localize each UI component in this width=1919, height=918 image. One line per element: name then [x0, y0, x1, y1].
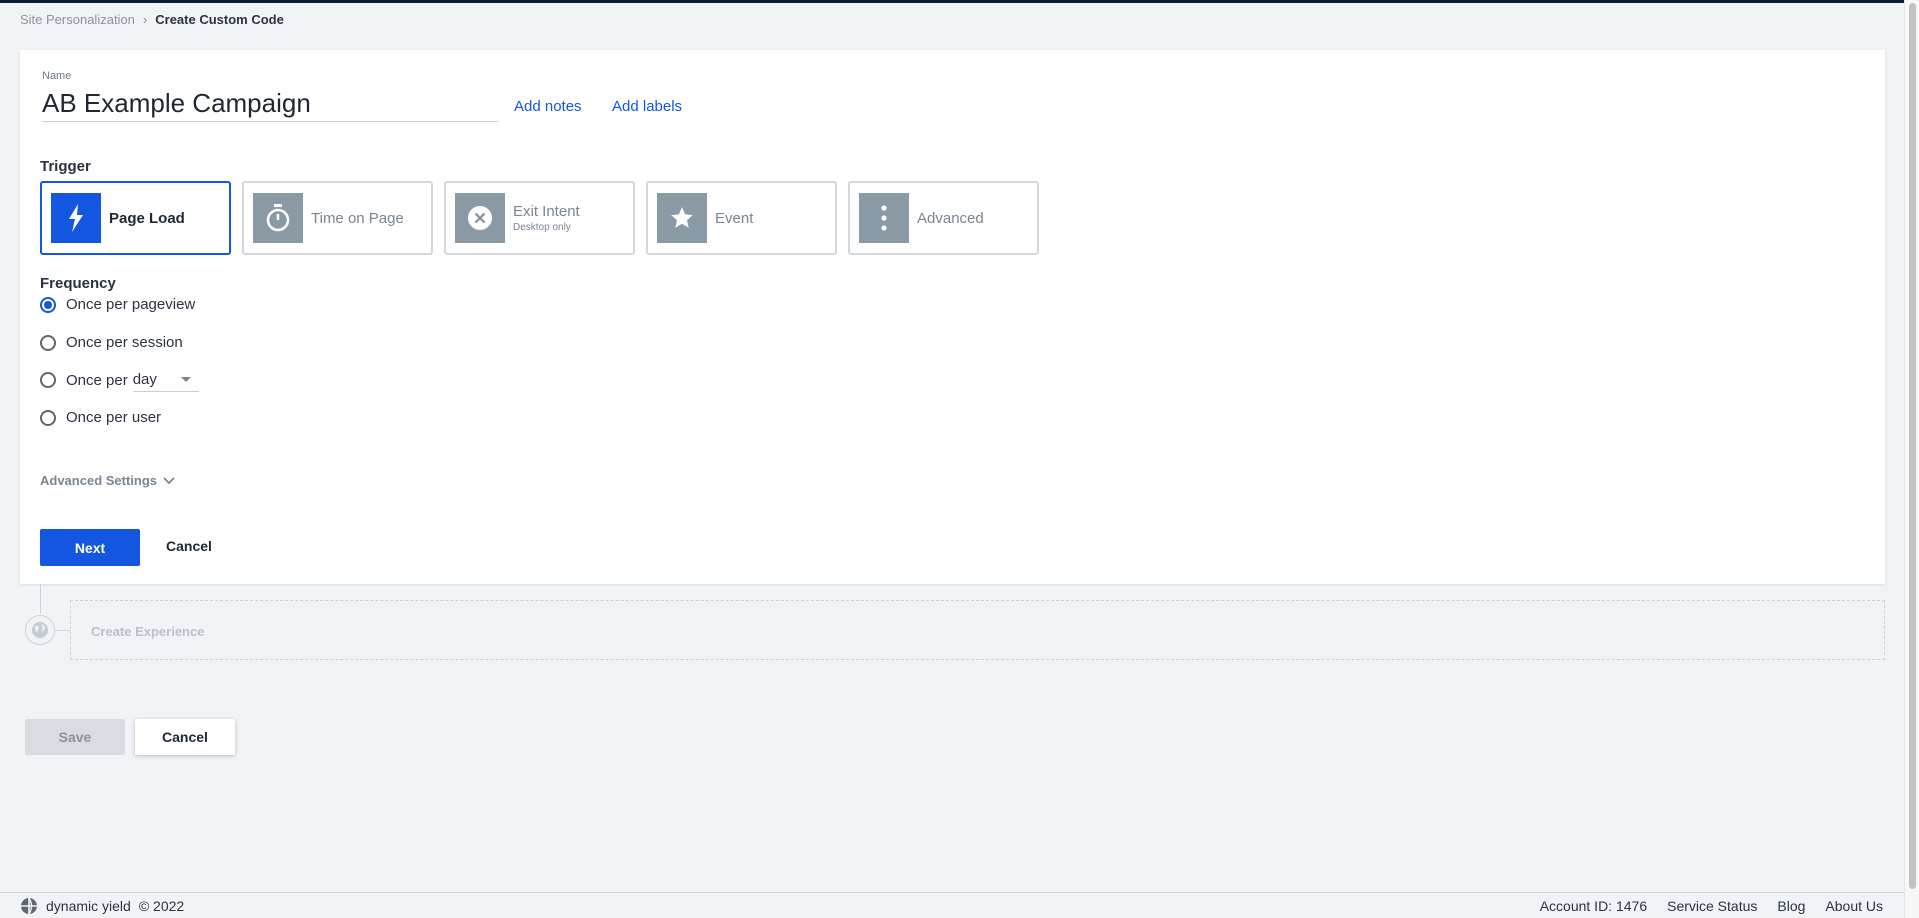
- radio-label: Once per: [66, 371, 128, 389]
- add-notes-link[interactable]: Add notes: [514, 98, 582, 115]
- radio-unchecked[interactable]: [40, 334, 56, 351]
- cancel-link[interactable]: Cancel: [166, 538, 212, 554]
- footer-account-id: Account ID: 1476: [1539, 897, 1648, 914]
- cancel-button[interactable]: Cancel: [135, 719, 235, 755]
- trigger-sublabel: Desktop only: [513, 222, 571, 233]
- period-select-value: day: [132, 371, 157, 388]
- page-scrollbar[interactable]: [1904, 0, 1919, 918]
- breadcrumb: Site Personalization › Create Custom Cod…: [20, 12, 284, 27]
- trigger-exit-intent[interactable]: Exit Intent Desktop only: [444, 181, 635, 255]
- connector-dash: [55, 630, 70, 631]
- radio-label: Once per session: [66, 334, 183, 351]
- frequency-once-per-user[interactable]: Once per user: [40, 409, 161, 426]
- trigger-label: Time on Page: [311, 209, 404, 227]
- create-experience-label: Create Experience: [91, 624, 205, 639]
- trigger-advanced[interactable]: Advanced: [848, 181, 1039, 255]
- breadcrumb-separator: ›: [142, 12, 148, 27]
- advanced-settings-label: Advanced Settings: [40, 473, 158, 488]
- trigger-label: Event: [715, 209, 754, 227]
- campaign-settings-card: Name Add notes Add labels Trigger Page L…: [20, 50, 1885, 584]
- stopwatch-icon: [253, 193, 303, 243]
- footer: dynamic yield © 2022 Account ID: 1476 Se…: [0, 892, 1904, 918]
- exit-x-icon: [455, 193, 505, 243]
- next-button[interactable]: Next: [40, 529, 140, 566]
- footer-link-blog[interactable]: Blog: [1777, 898, 1805, 914]
- create-experience-placeholder: Create Experience: [70, 600, 1885, 660]
- breadcrumb-site-personalization[interactable]: Site Personalization: [20, 12, 135, 27]
- globe-icon: [25, 615, 55, 645]
- star-icon: [657, 193, 707, 243]
- trigger-page-load[interactable]: Page Load: [40, 181, 231, 255]
- footer-links: Account ID: 1476 Service Status Blog Abo…: [1540, 898, 1883, 914]
- radio-unchecked[interactable]: [40, 409, 56, 426]
- radio-unchecked[interactable]: [40, 372, 56, 388]
- frequency-title: Frequency: [40, 275, 116, 292]
- save-button[interactable]: Save: [25, 719, 125, 755]
- trigger-options: Page Load Time on Page Exit Intent Deskt…: [40, 181, 1039, 255]
- advanced-settings-toggle[interactable]: Advanced Settings: [40, 473, 175, 488]
- frequency-once-per-period[interactable]: Once per day: [40, 368, 199, 392]
- trigger-label: Exit Intent: [513, 203, 580, 220]
- footer-brand-name: dynamic yield: [46, 897, 131, 914]
- chevron-down-icon: [163, 476, 175, 484]
- footer-brand: dynamic yield © 2022: [20, 897, 184, 915]
- trigger-title: Trigger: [40, 158, 91, 175]
- radio-label: Once per user: [66, 409, 162, 426]
- lightning-icon: [51, 193, 101, 243]
- radio-label: Once per pageview: [66, 296, 196, 313]
- frequency-once-per-session[interactable]: Once per session: [40, 334, 183, 351]
- dynamic-yield-logo-icon: [21, 897, 37, 914]
- trigger-label: Page Load: [109, 209, 185, 227]
- radio-checked[interactable]: [40, 296, 56, 313]
- footer-link-service-status[interactable]: Service Status: [1667, 898, 1757, 914]
- footer-link-about-us[interactable]: About Us: [1825, 898, 1883, 914]
- top-border: [0, 0, 1904, 3]
- trigger-time-on-page[interactable]: Time on Page: [242, 181, 433, 255]
- trigger-label: Advanced: [917, 209, 984, 227]
- name-label: Name: [42, 70, 72, 82]
- caret-down-icon: [180, 377, 191, 382]
- period-select[interactable]: day: [132, 368, 199, 392]
- add-labels-link[interactable]: Add labels: [612, 98, 682, 115]
- connector-line: [40, 584, 41, 614]
- breadcrumb-current: Create Custom Code: [155, 12, 284, 27]
- frequency-once-per-pageview[interactable]: Once per pageview: [40, 296, 195, 313]
- footer-copyright: © 2022: [138, 897, 185, 914]
- campaign-name-input[interactable]: [42, 86, 498, 122]
- more-vertical-icon: [859, 193, 909, 243]
- trigger-event[interactable]: Event: [646, 181, 837, 255]
- scrollbar-thumb[interactable]: [1909, 3, 1916, 889]
